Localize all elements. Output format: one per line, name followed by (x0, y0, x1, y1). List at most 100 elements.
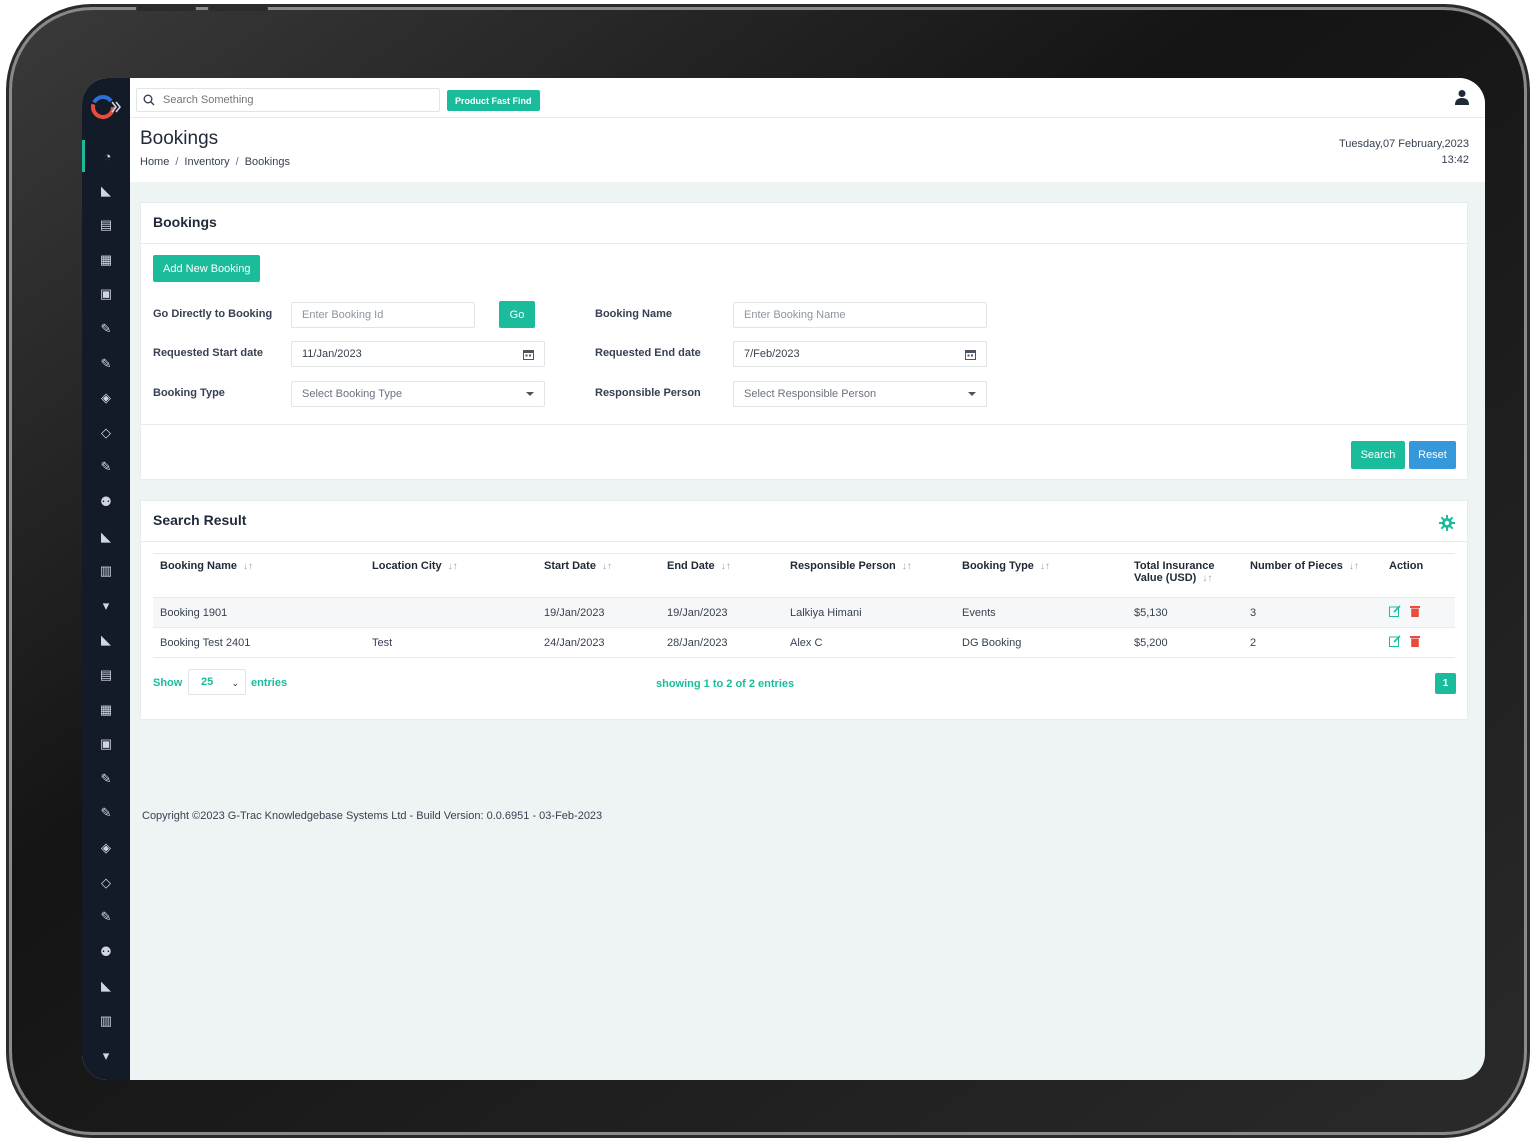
sidebar-item-edit[interactable]: ✎ (82, 451, 130, 483)
go-button[interactable]: Go (499, 301, 535, 328)
reset-button[interactable]: Reset (1409, 441, 1456, 469)
end-date-field[interactable]: 7/Feb/2023 (733, 341, 987, 367)
sidebar-item-chart[interactable]: ◣ (82, 624, 130, 656)
sidebar-item-tag[interactable]: ◇ (82, 867, 130, 899)
edit-icon[interactable] (1389, 635, 1401, 647)
col-responsible-person[interactable]: Responsible Person ↓↑ (783, 553, 955, 598)
col-booking-name[interactable]: Booking Name ↓↑ (153, 553, 365, 598)
sidebar-item-calendar[interactable]: ▣ (82, 278, 130, 310)
search-button[interactable]: Search (1351, 441, 1405, 469)
calendar-icon[interactable] (965, 349, 976, 360)
sidebar-item-edit[interactable]: ✎ (82, 901, 130, 933)
sidebar-item-report[interactable]: ▤ (82, 659, 130, 691)
app-logo-icon[interactable] (90, 92, 122, 122)
sidebar-item-users[interactable]: ⚉ (82, 486, 130, 518)
pagination-page-1[interactable]: 1 (1435, 673, 1456, 694)
footer-copyright: Copyright ©2023 G-Trac Knowledgebase Sys… (142, 810, 603, 822)
start-date-field[interactable]: 11/Jan/2023 (291, 341, 545, 367)
sidebar-item-users[interactable]: ⚉ (82, 936, 130, 968)
sidebar-item-edit[interactable]: ✎ (82, 797, 130, 829)
breadcrumb-inventory[interactable]: Inventory (184, 156, 229, 168)
sidebar-item-chart[interactable]: ◣ (82, 175, 130, 207)
current-time: 13:42 (1441, 154, 1469, 166)
tag-icon: ◇ (101, 874, 111, 890)
table-row[interactable]: Booking Test 2401 Test 24/Jan/2023 28/Ja… (153, 627, 1455, 658)
sort-icon[interactable]: ↓↑ (1349, 561, 1359, 572)
cell-responsible-person: Alex C (783, 627, 955, 658)
volume-button (136, 6, 196, 11)
cell-end-date: 28/Jan/2023 (660, 627, 783, 658)
cell-responsible-person: Lalkiya Himani (783, 597, 955, 628)
chevron-down-icon (968, 392, 976, 396)
edit-icon[interactable] (1389, 605, 1401, 617)
gear-icon[interactable] (1439, 515, 1455, 531)
sidebar-item-grid[interactable]: ▦ (82, 244, 130, 276)
sidebar-item-dashboard[interactable]: ◔ (82, 140, 130, 172)
sidebar-item-book[interactable]: ▥ (82, 555, 130, 587)
sidebar-item-edit[interactable]: ✎ (82, 348, 130, 380)
sidebar-item-map-pin[interactable]: ▾ (82, 1040, 130, 1072)
col-insurance-value[interactable]: Total Insurance Value (USD) ↓↑ (1127, 553, 1243, 598)
sidebar-item-grid[interactable]: ▦ (82, 694, 130, 726)
cell-action (1382, 597, 1455, 628)
sidebar-item-book[interactable]: ▥ (82, 1005, 130, 1037)
booking-id-input[interactable] (291, 302, 475, 328)
page-size-select[interactable]: 25 ⌄ (188, 669, 246, 695)
cell-location-city: Test (365, 627, 537, 658)
breadcrumb: Home / Inventory / Bookings (140, 156, 290, 168)
sidebar-item-box[interactable]: ◈ (82, 832, 130, 864)
sidebar-item-calendar[interactable]: ▣ (82, 728, 130, 760)
sort-icon[interactable]: ↓↑ (1040, 561, 1050, 572)
booking-name-input[interactable] (733, 302, 987, 328)
cell-number-of-pieces: 3 (1243, 597, 1382, 628)
delete-icon[interactable] (1410, 605, 1421, 617)
edit-icon: ✎ (100, 909, 112, 925)
sidebar-item-edit[interactable]: ✎ (82, 313, 130, 345)
sidebar-item-box[interactable]: ◈ (82, 382, 130, 414)
product-fast-find-button[interactable]: Product Fast Find (447, 90, 540, 111)
add-new-booking-button[interactable]: Add New Booking (153, 255, 261, 282)
filter-card-title: Bookings (153, 214, 217, 230)
sidebar-item-chart[interactable]: ◣ (82, 521, 130, 553)
sidebar-item-map-pin[interactable]: ▾ (82, 590, 130, 622)
calendar-icon[interactable] (523, 349, 534, 360)
report-icon: ▤ (99, 217, 113, 233)
breadcrumb-home[interactable]: Home (140, 156, 169, 168)
tablet-frame: ◔ ◣ ▤ ▦ ▣ ✎ ✎ ◈ ◇ ✎ ⚉ ◣ ▥ ▾ ◣ ▤ ▦ ▣ ✎ ✎ ◈ ◇ ✎ ⚉ ◣ ▥ ▾ Product Fast… (12, 6, 1524, 1132)
delete-icon[interactable] (1410, 635, 1421, 647)
report-icon: ▤ (99, 667, 113, 682)
booking-type-select[interactable]: Select Booking Type (291, 381, 545, 407)
entries-label: entries (251, 677, 288, 689)
chart-icon: ◣ (101, 632, 111, 648)
col-location-city[interactable]: Location City ↓↑ (365, 553, 537, 598)
sidebar-item-edit[interactable]: ✎ (82, 763, 130, 795)
responsible-person-label: Responsible Person (595, 387, 701, 399)
col-end-date[interactable]: End Date ↓↑ (660, 553, 783, 598)
edit-icon: ✎ (100, 770, 112, 786)
sort-icon[interactable]: ↓↑ (243, 561, 253, 572)
user-icon[interactable] (1455, 89, 1469, 105)
edit-icon: ✎ (100, 355, 112, 371)
global-search[interactable] (136, 88, 440, 112)
col-booking-type[interactable]: Booking Type ↓↑ (955, 553, 1127, 598)
col-start-date[interactable]: Start Date ↓↑ (537, 553, 660, 598)
col-number-of-pieces[interactable]: Number of Pieces ↓↑ (1243, 553, 1382, 598)
sidebar-item-chart[interactable]: ◣ (82, 970, 130, 1002)
table-row[interactable]: Booking 1901 19/Jan/2023 19/Jan/2023 Lal… (153, 597, 1455, 628)
calendar-icon: ▣ (99, 286, 113, 302)
cell-action (1382, 627, 1455, 658)
breadcrumb-bookings: Bookings (244, 156, 290, 168)
sort-icon[interactable]: ↓↑ (602, 561, 612, 572)
sidebar-item-tag[interactable]: ◇ (82, 417, 130, 449)
map-pin-icon: ▾ (102, 597, 110, 613)
sidebar-item-report[interactable]: ▤ (82, 209, 130, 241)
search-input[interactable] (163, 94, 423, 106)
start-date-value: 11/Jan/2023 (302, 348, 362, 360)
dashboard-icon: ◔ (103, 148, 112, 164)
sort-icon[interactable]: ↓↑ (448, 561, 458, 572)
sort-icon[interactable]: ↓↑ (1202, 573, 1212, 584)
go-direct-label: Go Directly to Booking (153, 308, 273, 320)
sort-icon[interactable]: ↓↑ (902, 561, 912, 572)
sort-icon[interactable]: ↓↑ (721, 561, 731, 572)
responsible-person-select[interactable]: Select Responsible Person (733, 381, 987, 407)
